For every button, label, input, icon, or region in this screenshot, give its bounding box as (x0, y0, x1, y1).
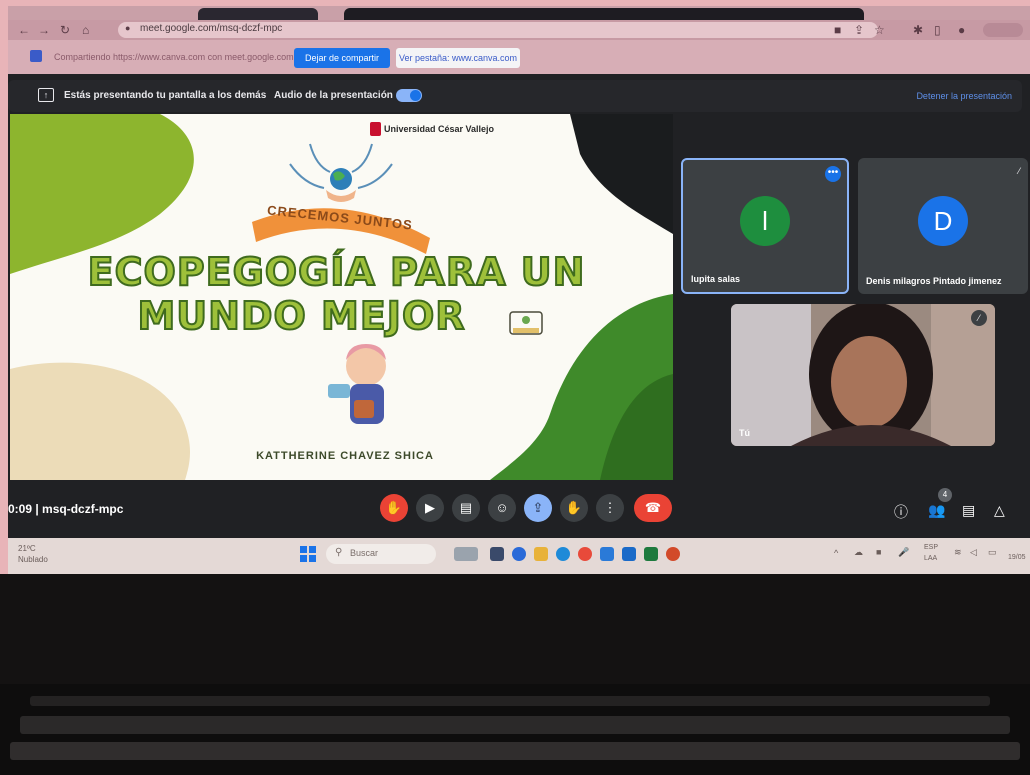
presentation-bar: ↑ Estás presentando tu pantalla a los de… (8, 80, 1022, 112)
participant-name: Tú (739, 428, 750, 438)
chat-icon[interactable]: ▤ (962, 502, 975, 519)
taskbar-search[interactable]: ⚲ Buscar (326, 544, 436, 564)
sharing-icon (30, 50, 42, 62)
people-icon[interactable]: 👥 (928, 502, 945, 519)
rhino-widget-icon[interactable] (454, 547, 478, 561)
back-icon[interactable]: ← (18, 23, 30, 37)
sidebar-icon[interactable]: ▯ (934, 23, 941, 37)
participant-tile[interactable]: l ••• lupita salas (681, 158, 849, 294)
keyboard-layout[interactable]: LAA (924, 555, 937, 562)
profile-icon[interactable]: ● (958, 23, 965, 37)
leave-call-button[interactable]: ☎ (634, 494, 672, 522)
presenting-notice: Estás presentando tu pantalla a los demá… (64, 90, 267, 101)
participant-name: Denis milagros Pintado jimenez (866, 276, 1002, 286)
present-screen-icon: ↑ (38, 88, 54, 102)
slide-title-line1: ECOPEGOGÍA PARA UN (87, 249, 586, 295)
shared-slide: Universidad César Vallejo CRECEMOS JUNTO… (10, 114, 673, 480)
windows-start-icon[interactable] (300, 546, 316, 562)
meeting-details-icon[interactable]: ⓘ (894, 502, 908, 522)
participant-name: lupita salas (691, 274, 741, 284)
more-options-icon[interactable]: ••• (825, 166, 841, 182)
update-button[interactable] (983, 23, 1023, 37)
bookmark-star-icon[interactable]: ☆ (874, 23, 885, 37)
battery-icon[interactable]: ▭ (988, 547, 997, 558)
slide-author: KATTHERINE CHAVEZ SHICA (256, 450, 434, 462)
activities-icon[interactable]: △ (994, 502, 1005, 519)
university-name: Universidad César Vallejo (384, 124, 495, 134)
store-icon[interactable] (622, 547, 636, 561)
mic-off-button[interactable]: ✋ (380, 494, 408, 522)
camera-indicator-icon[interactable]: ■ (834, 23, 841, 37)
task-view-icon[interactable] (490, 547, 504, 561)
presentation-audio-toggle[interactable] (396, 89, 422, 102)
taskbar-date[interactable]: 19/05 (1008, 554, 1026, 561)
university-logo (370, 122, 381, 136)
search-placeholder: Buscar (350, 548, 379, 558)
meeting-time-code: 0:09 | msq-dczf-mpc (8, 502, 124, 516)
emoji-button[interactable]: ☺ (488, 494, 516, 522)
onedrive-icon[interactable]: ☁ (854, 547, 863, 558)
weather-temperature: 21ºC (18, 544, 36, 553)
raise-hand-button[interactable]: ✋ (560, 494, 588, 522)
edge-icon[interactable] (556, 547, 570, 561)
tab-sharing-bar: Compartiendo https://www.canva.com con m… (8, 40, 1030, 74)
toggle-knob (410, 90, 421, 101)
wifi-icon[interactable]: ≋ (954, 547, 962, 558)
laptop-keyboard (0, 684, 1030, 775)
weather-condition: Nublado (18, 555, 48, 564)
lock-icon: ● (125, 23, 131, 33)
camera-button[interactable]: ▶ (416, 494, 444, 522)
more-options-button[interactable]: ⋮ (596, 494, 624, 522)
self-video-tile[interactable]: ⁄ Tú (731, 304, 995, 446)
file-explorer-icon[interactable] (534, 547, 548, 561)
slide-title-line2: MUNDO MEJOR (136, 293, 466, 339)
forward-icon[interactable]: → (38, 23, 50, 37)
reload-icon[interactable]: ↻ (60, 23, 70, 37)
avatar: l (740, 196, 790, 246)
share-icon[interactable]: ⇪ (854, 23, 864, 37)
windows-taskbar: 21ºC Nublado ⚲ Buscar ^ ☁ ■ 🎤 ESP LAA ≋ … (8, 538, 1030, 574)
browser-toolbar: ← → ↻ ⌂ ● meet.google.com/msq-dczf-mpc ■… (8, 20, 1030, 40)
chrome-icon[interactable] (578, 547, 592, 561)
stop-sharing-button[interactable]: Dejar de compartir (294, 48, 390, 68)
url-text: meet.google.com/msq-dczf-mpc (140, 23, 283, 34)
microphone-icon[interactable]: 🎤 (898, 547, 909, 558)
search-icon: ⚲ (335, 547, 343, 558)
self-video-feed (731, 304, 995, 446)
laptop-bezel (0, 574, 1030, 684)
browser-tab[interactable] (344, 8, 864, 20)
browser-tab-strip (8, 6, 1030, 20)
stop-presenting-link[interactable]: Detener la presentación (916, 91, 1012, 101)
tray-overflow-icon[interactable]: ^ (834, 548, 838, 558)
mic-muted-icon: ⁄ (1018, 166, 1020, 176)
keyboard-key-row (20, 716, 1010, 734)
participant-tile[interactable]: D ⁄ Denis milagros Pintado jimenez (858, 158, 1028, 294)
browser-tab[interactable] (198, 8, 318, 20)
view-tab-button[interactable]: Ver pestaña: www.canva.com (396, 48, 520, 68)
meet-control-bar: 0:09 | msq-dczf-mpc ✋ ▶ ▤ ☺ ⇪ ✋ ⋮ ☎ ⓘ 4 … (8, 482, 1030, 534)
powerpoint-icon[interactable] (666, 547, 680, 561)
excel-icon[interactable] (644, 547, 658, 561)
home-icon[interactable]: ⌂ (82, 23, 89, 37)
chat-app-icon[interactable] (512, 547, 526, 561)
extension-icon[interactable]: ✱ (913, 23, 923, 37)
avatar: D (918, 196, 968, 246)
mic-muted-icon: ⁄ (971, 310, 987, 326)
presentation-audio-label: Audio de la presentación (274, 90, 393, 101)
people-count-badge: 4 (938, 488, 952, 502)
sharing-notice: Compartiendo https://www.canva.com con m… (54, 52, 294, 62)
volume-icon[interactable]: ◁ (970, 547, 977, 558)
mail-icon[interactable] (600, 547, 614, 561)
keyboard-key-row (10, 742, 1020, 760)
input-language[interactable]: ESP (924, 544, 938, 551)
tray-app-icon[interactable]: ■ (876, 547, 881, 557)
keyboard-key-row (30, 696, 990, 706)
present-now-button[interactable]: ⇪ (524, 494, 552, 522)
captions-button[interactable]: ▤ (452, 494, 480, 522)
address-bar[interactable]: ● meet.google.com/msq-dczf-mpc (118, 22, 878, 38)
